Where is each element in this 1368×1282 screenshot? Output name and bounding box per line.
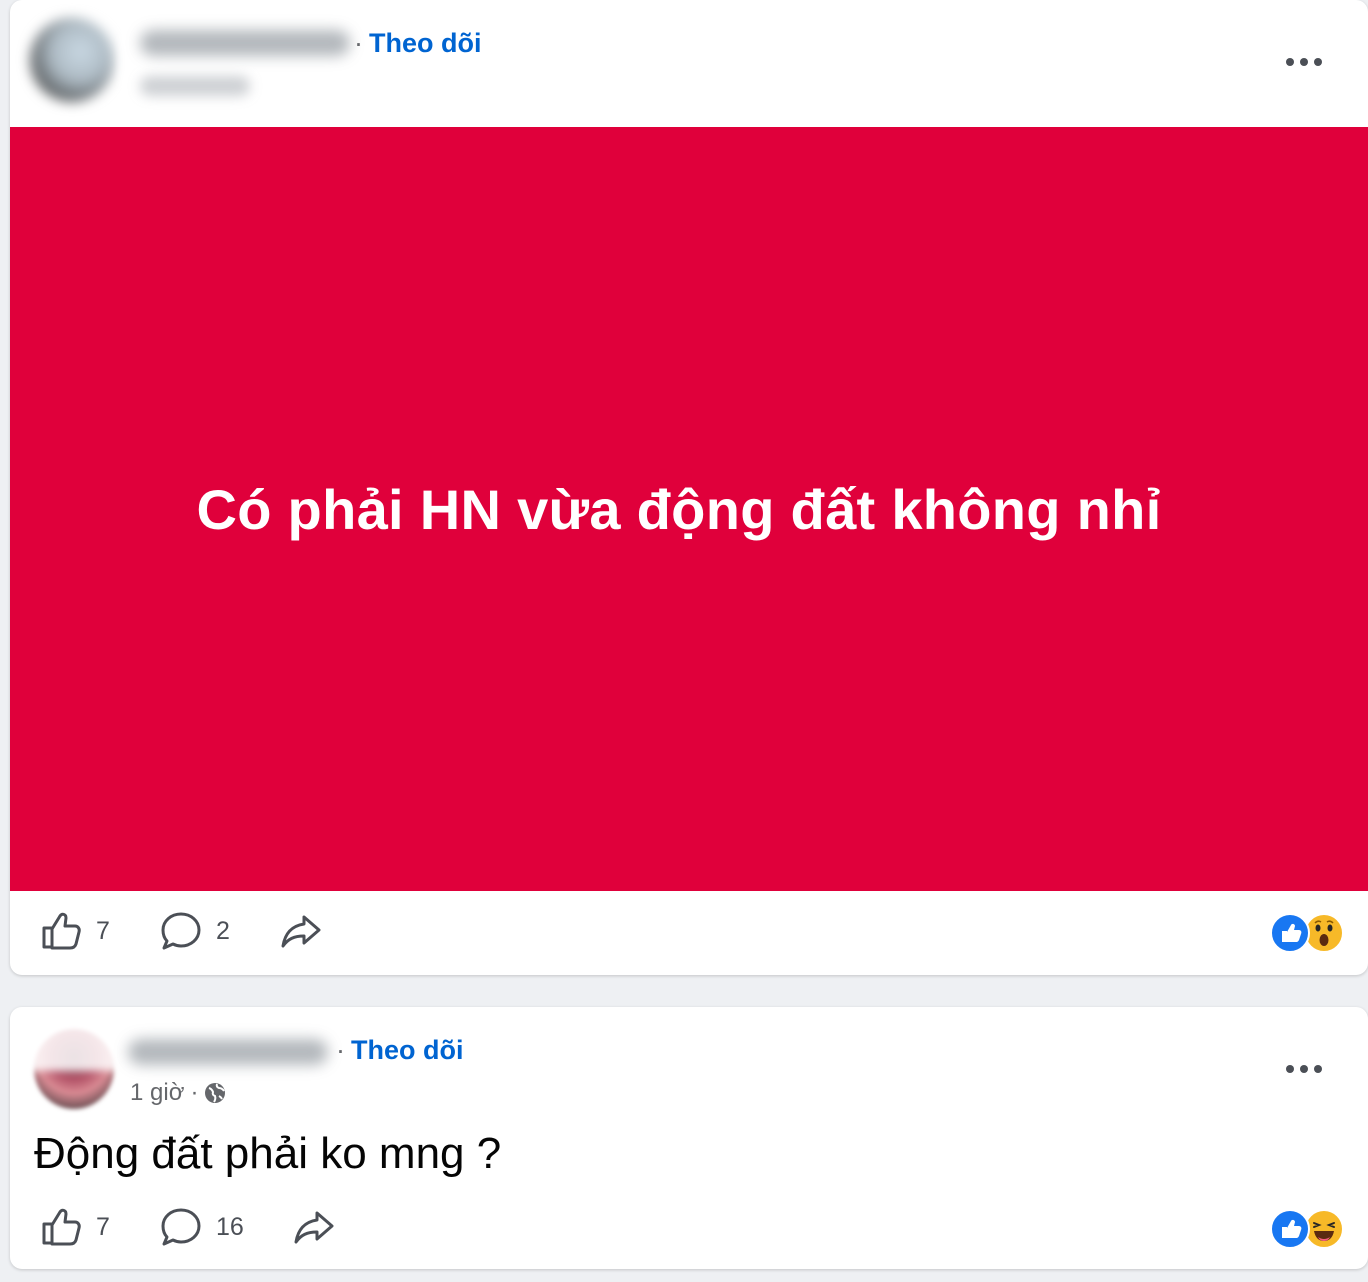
author-name-redacted[interactable] <box>128 1039 328 1065</box>
separator-dot: · <box>354 28 363 58</box>
thumbs-up-icon <box>42 912 81 950</box>
comment-icon <box>161 912 201 950</box>
reaction-summary[interactable] <box>1270 1209 1344 1249</box>
comment-button[interactable]: 2 <box>160 911 230 951</box>
share-icon <box>281 915 321 948</box>
reaction-summary[interactable] <box>1270 913 1344 953</box>
more-options-icon[interactable] <box>1286 1063 1322 1075</box>
follow-button[interactable]: · Theo dõi <box>336 1035 463 1066</box>
like-count: 7 <box>96 916 110 945</box>
post-time-label: 1 giờ <box>130 1079 185 1106</box>
post-header: · Theo dõi 1 giờ · <box>10 1007 1368 1133</box>
more-options-icon[interactable] <box>1286 56 1322 68</box>
separator-dot: · <box>336 1035 345 1065</box>
follow-label: Theo dõi <box>351 1035 464 1065</box>
post-card: · Theo dõi Có phải HN vừa động đất không … <box>10 0 1368 975</box>
post-card: · Theo dõi 1 giờ · Động đất phải ko mng ?… <box>10 1007 1368 1269</box>
like-count: 7 <box>96 1212 110 1241</box>
post-meta-redacted <box>140 76 250 96</box>
post-time[interactable]: 1 giờ · <box>130 1079 226 1107</box>
share-icon <box>294 1211 334 1244</box>
separator-dot: · <box>190 1079 199 1106</box>
post-banner-text: Có phải HN vừa động đất không nhỉ <box>196 477 1162 541</box>
like-icon <box>1270 913 1310 953</box>
post-actions: 7 16 <box>10 1189 1368 1261</box>
post-actions: 7 2 <box>10 893 1368 965</box>
globe-icon <box>205 1083 226 1103</box>
thumbs-up-icon <box>42 1208 81 1246</box>
share-button[interactable] <box>293 1207 335 1247</box>
post-background-banner[interactable]: Có phải HN vừa động đất không nhỉ <box>10 127 1368 891</box>
author-name-redacted[interactable] <box>140 30 350 56</box>
like-button[interactable]: 7 <box>40 1207 110 1247</box>
author-avatar[interactable] <box>30 18 114 102</box>
wow-icon <box>1304 913 1344 953</box>
follow-label: Theo dõi <box>369 28 482 58</box>
post-text: Động đất phải ko mng ? <box>34 1129 502 1178</box>
post-header: · Theo dõi <box>10 0 1368 126</box>
comment-count: 16 <box>216 1212 244 1241</box>
like-icon <box>1270 1209 1310 1249</box>
comment-icon <box>161 1208 201 1246</box>
like-button[interactable]: 7 <box>40 911 110 951</box>
share-button[interactable] <box>280 911 322 951</box>
comment-count: 2 <box>216 916 230 945</box>
comment-button[interactable]: 16 <box>160 1207 244 1247</box>
follow-button[interactable]: · Theo dõi <box>354 28 481 59</box>
haha-icon <box>1304 1209 1344 1249</box>
